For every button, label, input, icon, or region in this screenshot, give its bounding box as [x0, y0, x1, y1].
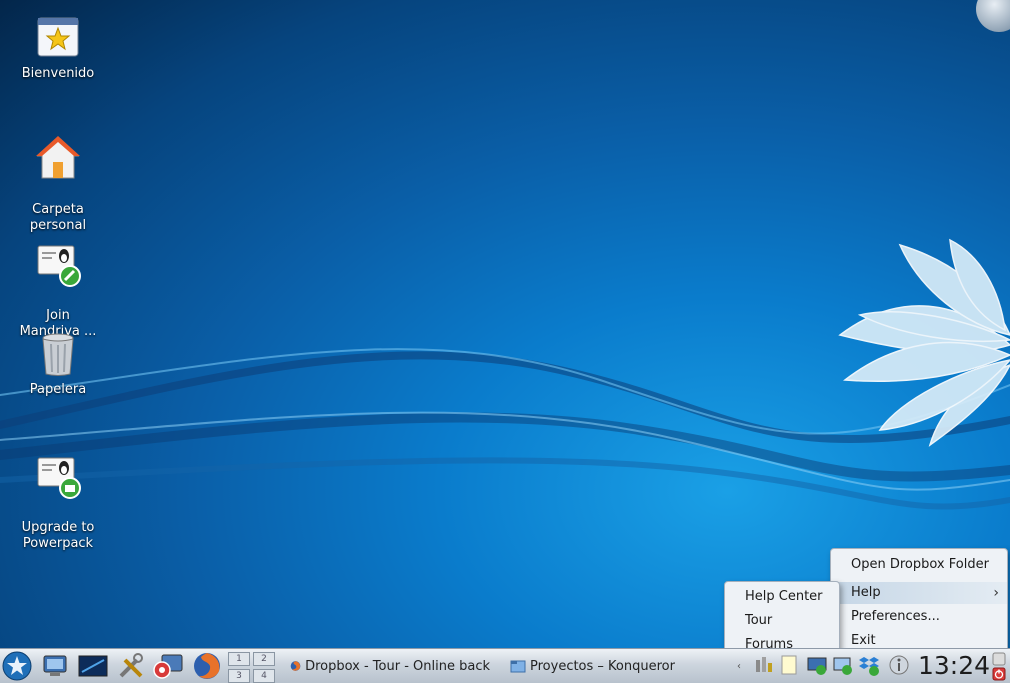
menu-item-open-dropbox-folder[interactable]: Open Dropbox Folder [831, 554, 1007, 576]
menu-item-preferences[interactable]: Preferences... [831, 606, 1007, 628]
desktop-icon-label: Upgrade to Powerpack [21, 520, 95, 551]
control-center-launcher[interactable] [150, 649, 186, 683]
task-label: Proyectos – Konqueror [530, 658, 675, 674]
info-icon[interactable] [888, 654, 910, 676]
start-menu-button[interactable] [0, 649, 34, 683]
chevron-right-icon: › [993, 585, 999, 601]
show-desktop-button[interactable] [40, 649, 70, 683]
pager-desktop-3[interactable]: 3 [228, 669, 250, 683]
mandriva-star-icon [2, 651, 32, 681]
task-dropbox-firefox[interactable]: Dropbox - Tour - Online back [290, 653, 490, 679]
menu-item-label: Help [851, 585, 881, 600]
powerpack-upgrade-icon [37, 457, 81, 499]
desktop-icon-label: Bienvenido [21, 66, 95, 81]
menu-item-help[interactable]: Help › [831, 582, 1007, 604]
task-konqueror[interactable]: Proyectos – Konqueror [510, 653, 690, 679]
desktop-icon-label: Papelera [29, 382, 87, 397]
notes-icon[interactable] [778, 654, 800, 676]
menu-item-tour[interactable]: Tour [725, 610, 839, 632]
pager-desktop-4[interactable]: 4 [253, 669, 275, 683]
control-center-icon [153, 654, 183, 679]
taskbar: 1 2 3 4 Dropbox - Tour - Online back Pro… [0, 648, 1010, 683]
task-label: Dropbox - Tour - Online back [305, 658, 490, 674]
network-icon[interactable] [752, 654, 774, 676]
firefox-launcher[interactable] [190, 649, 224, 683]
mandriva-join-icon [37, 245, 81, 287]
settings-tools-launcher[interactable] [114, 649, 148, 683]
dropbox-tray-menu: Open Dropbox Folder Help › Preferences..… [830, 548, 1008, 656]
desktop-monitor-icon [43, 655, 67, 676]
clock[interactable]: 13:24 [918, 651, 990, 680]
desktop-icon-bienvenido[interactable]: Bienvenido [6, 14, 110, 82]
welcome-star-icon [37, 17, 79, 57]
home-folder-icon [36, 136, 80, 179]
pager-desktop-2[interactable]: 2 [253, 652, 275, 666]
pager-desktop-1[interactable]: 1 [228, 652, 250, 666]
tools-icon [119, 653, 143, 678]
virtual-desktop-pager: 1 2 3 4 [228, 651, 276, 683]
menu-item-help-center[interactable]: Help Center [725, 586, 839, 608]
shutdown-icon[interactable] [992, 667, 1006, 681]
desktop-icon-carpeta-personal[interactable]: Carpeta personal [6, 118, 110, 234]
dropbox-icon[interactable] [858, 654, 880, 676]
lock-screen-icon[interactable] [992, 652, 1006, 666]
network-manager-icon[interactable] [832, 654, 854, 676]
folder-icon [510, 660, 526, 673]
desktop-icon-papelera[interactable]: Papelera [6, 330, 110, 398]
trash-icon [42, 333, 74, 376]
tray-expand-arrow-icon[interactable]: ‹ [732, 649, 746, 683]
terminal-icon [78, 655, 108, 677]
update-monitor-icon[interactable] [806, 654, 828, 676]
terminal-launcher[interactable] [76, 649, 110, 683]
firefox-icon [194, 653, 220, 679]
desktop-icon-join-mandriva[interactable]: Join Mandriva ... [6, 224, 110, 340]
desktop-icon-upgrade-powerpack[interactable]: Upgrade to Powerpack [6, 436, 110, 552]
firefox-icon [290, 661, 301, 671]
